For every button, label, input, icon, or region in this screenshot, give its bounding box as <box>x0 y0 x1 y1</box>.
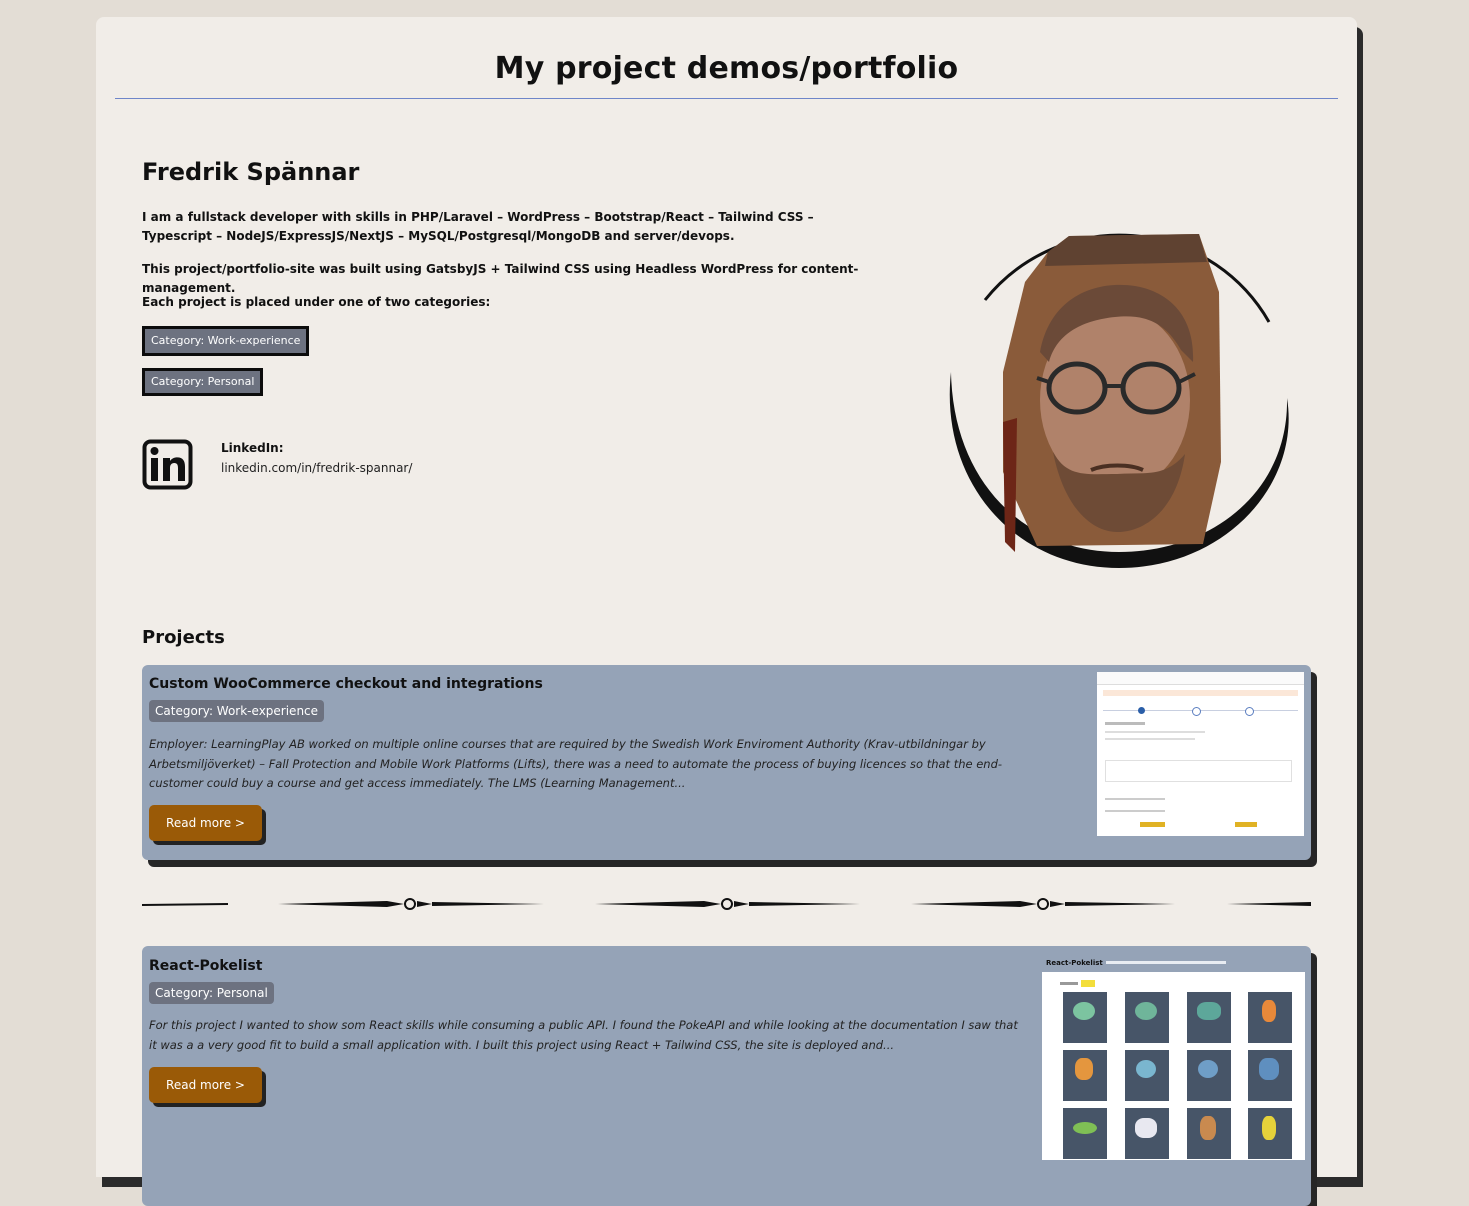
thumb-sprite <box>1075 1058 1093 1080</box>
thumb-sprite <box>1135 1002 1157 1020</box>
project-thumbnail[interactable] <box>1097 672 1304 836</box>
thumb-sprite <box>1200 1116 1216 1140</box>
projects-heading: Projects <box>142 627 225 648</box>
project-card: Custom WooCommerce checkout and integrat… <box>142 665 1311 860</box>
portfolio-card: My project demos/portfolio Fredrik Spänn… <box>96 17 1357 1206</box>
thumb-step-active <box>1138 707 1145 714</box>
thumb-sprite <box>1135 1118 1157 1138</box>
page-title: My project demos/portfolio <box>494 51 959 86</box>
project-description: Employer: LearningPlay AB worked on mult… <box>149 737 1003 791</box>
thumb-perpage-select <box>1081 980 1095 987</box>
thumb-line <box>1105 722 1145 725</box>
thumb-line <box>1105 738 1195 740</box>
title-divider <box>115 98 1338 99</box>
thumb-sprite <box>1197 1002 1221 1020</box>
thumb-sprite <box>1136 1060 1156 1078</box>
thumb-title: React-Pokelist <box>1046 959 1103 967</box>
category-work-experience-button[interactable]: Category: Work-experience <box>142 326 310 356</box>
profile-avatar <box>949 233 1289 568</box>
thumb-sprite <box>1262 1116 1276 1140</box>
project-title: React-Pokelist <box>149 958 263 974</box>
thumb-perpage-label <box>1060 982 1078 985</box>
read-more-button[interactable]: Read more > <box>149 1067 262 1103</box>
read-more-button[interactable]: Read more > <box>149 805 262 841</box>
ornamental-divider <box>142 898 1311 910</box>
category-personal-button[interactable]: Category: Personal <box>142 368 264 396</box>
thumb-nav <box>1106 961 1226 964</box>
linkedin-link[interactable]: linkedin.com/in/fredrik-spannar/ <box>221 461 412 475</box>
linkedin-label: LinkedIn: <box>221 441 284 455</box>
project-description: For this project I wanted to show som Re… <box>149 1018 1018 1052</box>
thumb-sprite <box>1262 1000 1276 1022</box>
author-name: Fredrik Spännar <box>142 158 360 186</box>
project-thumbnail[interactable]: React-Pokelist <box>1040 957 1305 1160</box>
thumb-sprite <box>1073 1002 1095 1020</box>
thumb-notice <box>1103 690 1298 696</box>
thumb-header <box>1097 672 1304 685</box>
linkedin-icon[interactable] <box>142 439 193 490</box>
project-category-badge[interactable]: Category: Work-experience <box>149 700 325 722</box>
intro-skills-text: I am a fullstack developer with skills i… <box>142 210 814 243</box>
thumb-table <box>1105 760 1292 782</box>
thumb-button <box>1235 822 1257 827</box>
thumb-sprite <box>1073 1122 1097 1134</box>
thumb-sprite <box>1198 1060 1218 1078</box>
project-card: React-Pokelist Category: Personal For th… <box>142 946 1311 1206</box>
intro-categories-text: Each project is placed under one of two … <box>142 295 491 309</box>
thumb-line <box>1105 810 1165 812</box>
thumb-step <box>1192 707 1201 716</box>
thumb-line <box>1105 798 1165 800</box>
project-category-badge[interactable]: Category: Personal <box>149 982 274 1004</box>
project-title: Custom WooCommerce checkout and integrat… <box>149 676 543 692</box>
intro-section: Fredrik Spännar I am a fullstack develop… <box>142 158 902 396</box>
thumb-button <box>1140 822 1165 827</box>
thumb-sprite <box>1259 1058 1279 1080</box>
thumb-step <box>1245 707 1254 716</box>
thumb-line <box>1105 731 1205 733</box>
